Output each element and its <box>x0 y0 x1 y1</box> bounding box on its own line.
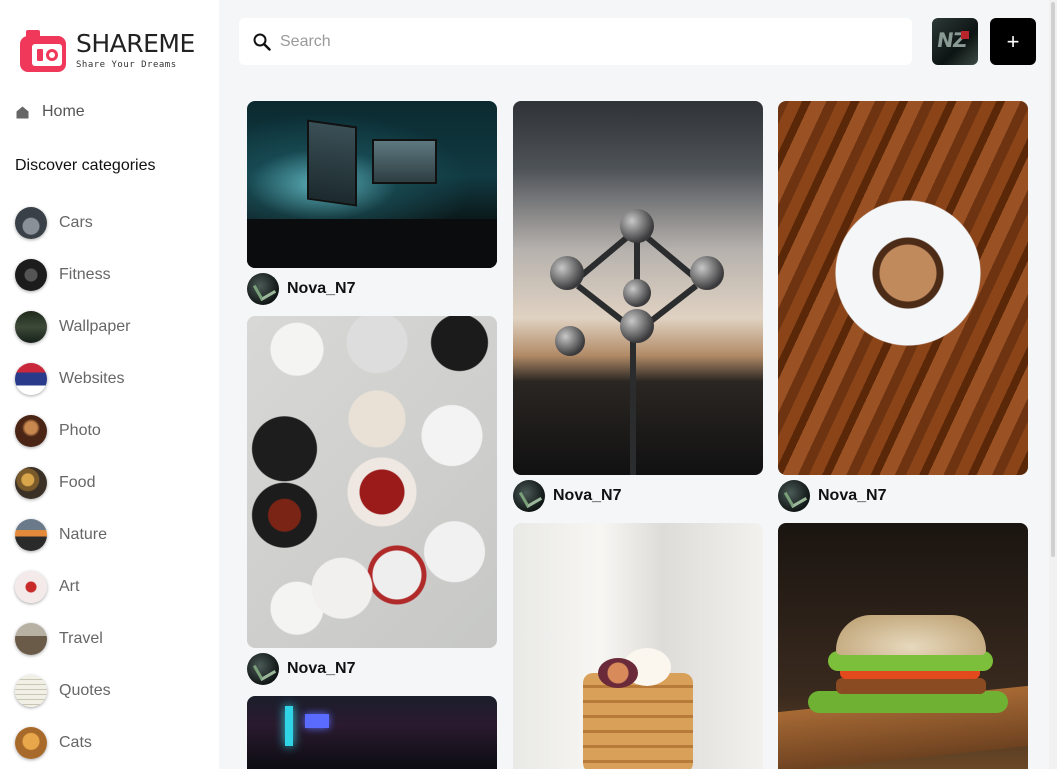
author-avatar <box>778 479 810 512</box>
atomium-sphere <box>623 279 651 307</box>
category-thumbnail <box>15 519 47 551</box>
sidebar-item-label: Websites <box>59 370 125 387</box>
category-thumbnail <box>15 675 47 707</box>
sidebar-item-label: Cars <box>59 214 93 231</box>
sidebar-item-label: Wallpaper <box>59 318 131 335</box>
sidebar-item-cats[interactable]: Cats <box>15 717 130 769</box>
discover-heading: Discover categories <box>15 157 156 174</box>
sidebar-item-food[interactable]: Food <box>15 457 130 509</box>
search-input[interactable] <box>280 32 880 51</box>
pin-card[interactable]: Nova_N7 <box>247 101 497 309</box>
sidebar-item-wallpaper[interactable]: Wallpaper <box>15 301 130 353</box>
author-name: Nova_N7 <box>287 659 356 677</box>
sidebar-item-nature[interactable]: Nature <box>15 509 130 561</box>
pin-image[interactable] <box>247 696 497 769</box>
sidebar-item-travel[interactable]: Travel <box>15 613 130 665</box>
sidebar-item-cars[interactable]: Cars <box>15 197 130 249</box>
sidebar-item-label: Photo <box>59 422 101 439</box>
search-bar[interactable] <box>239 18 912 65</box>
sidebar-item-photo[interactable]: Photo <box>15 405 130 457</box>
category-thumbnail <box>15 571 47 603</box>
pin-card[interactable]: Nova_N7 <box>247 316 497 689</box>
search-icon <box>253 33 271 51</box>
sidebar-item-label: Food <box>59 474 96 491</box>
sidebar-item-label: Cats <box>59 734 92 751</box>
atomium-sphere <box>620 209 654 243</box>
create-pin-button[interactable]: + <box>990 18 1036 65</box>
scrollbar-thumb[interactable] <box>1051 2 1055 557</box>
category-thumbnail <box>15 415 47 447</box>
app-name: SHAREME <box>76 29 195 58</box>
desk-shape <box>247 219 497 268</box>
pin-image[interactable] <box>778 523 1028 769</box>
sidebar-item-quotes[interactable]: Quotes <box>15 665 130 717</box>
sidebar-item-websites[interactable]: Websites <box>15 353 130 405</box>
pin-card[interactable]: Nova_N7 <box>778 101 1028 516</box>
monitor-shape <box>372 139 437 184</box>
avatar-accent <box>961 31 969 39</box>
category-list: Cars Fitness Wallpaper Websites Photo Fo… <box>15 197 130 769</box>
pancake-stack-shape <box>583 673 693 769</box>
author-name: Nova_N7 <box>287 279 356 297</box>
sidebar-item-label: Travel <box>59 630 103 647</box>
sidebar-item-label: Art <box>59 578 80 595</box>
author-name: Nova_N7 <box>553 486 622 504</box>
pin-image[interactable] <box>778 101 1028 475</box>
sidebar-item-art[interactable]: Art <box>15 561 130 613</box>
pin-card[interactable]: Nova_N7 <box>513 101 763 516</box>
lettuce-shape <box>808 691 1008 713</box>
pin-image[interactable] <box>247 101 497 268</box>
category-thumbnail <box>15 363 47 395</box>
atomium-sphere <box>550 256 584 290</box>
sidebar-item-fitness[interactable]: Fitness <box>15 249 130 301</box>
plus-icon: + <box>1006 28 1020 54</box>
sidebar-item-label: Home <box>42 103 85 120</box>
home-icon <box>16 106 29 118</box>
bun-shape <box>836 615 986 655</box>
sidebar-item-label: Nature <box>59 526 108 543</box>
patty-shape <box>836 678 986 694</box>
author-name: Nova_N7 <box>818 486 887 504</box>
category-thumbnail <box>15 311 47 343</box>
monitor-shape <box>307 119 357 207</box>
atomium-sphere <box>620 309 654 343</box>
sidebar-item-label: Quotes <box>59 682 111 699</box>
fig-shape <box>598 658 638 688</box>
category-thumbnail <box>15 467 47 499</box>
sidebar: SHAREME Share Your Dreams Home Discover … <box>0 0 219 769</box>
pin-image[interactable] <box>247 316 497 648</box>
author-avatar <box>247 652 279 685</box>
pin-author[interactable]: Nova_N7 <box>247 268 497 309</box>
camera-logo-icon <box>18 28 68 74</box>
pin-author[interactable]: Nova_N7 <box>247 648 497 689</box>
neon-sign-shape <box>285 706 293 746</box>
category-thumbnail <box>15 207 47 239</box>
author-avatar <box>513 479 545 512</box>
pin-image[interactable] <box>513 101 763 475</box>
pin-author[interactable]: Nova_N7 <box>513 475 763 516</box>
pin-card[interactable] <box>513 523 763 769</box>
app-tagline: Share Your Dreams <box>76 60 177 70</box>
category-thumbnail <box>15 727 47 759</box>
neon-sign-shape <box>305 714 329 728</box>
category-thumbnail <box>15 623 47 655</box>
atomium-sphere <box>690 256 724 290</box>
pin-image[interactable] <box>513 523 763 769</box>
app-logo[interactable]: SHAREME Share Your Dreams <box>18 28 195 74</box>
pin-author[interactable]: Nova_N7 <box>778 475 1028 516</box>
pin-card[interactable] <box>247 696 497 769</box>
pin-card[interactable] <box>778 523 1028 769</box>
sidebar-item-label: Fitness <box>59 266 111 283</box>
author-avatar <box>247 272 279 305</box>
user-profile-avatar[interactable]: NZ <box>932 18 978 65</box>
atomium-sphere <box>555 326 585 356</box>
structure-rod <box>630 332 636 475</box>
category-thumbnail <box>15 259 47 291</box>
sidebar-item-home[interactable]: Home <box>16 103 85 121</box>
